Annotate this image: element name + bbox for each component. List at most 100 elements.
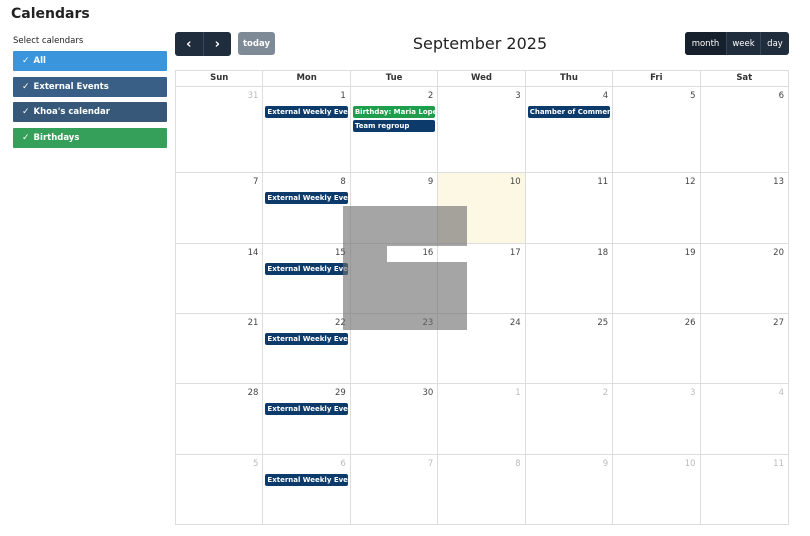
day-number[interactable]: 6 — [340, 459, 345, 469]
day-cell[interactable]: 30 — [351, 384, 439, 454]
day-number[interactable]: 23 — [422, 318, 433, 328]
day-cell[interactable]: 10 — [613, 455, 701, 524]
day-number[interactable]: 4 — [779, 388, 784, 398]
day-number[interactable]: 7 — [428, 459, 433, 469]
day-number[interactable]: 4 — [603, 91, 608, 101]
day-cell[interactable]: 16 — [351, 244, 439, 313]
day-number[interactable]: 9 — [603, 459, 608, 469]
day-number[interactable]: 31 — [248, 91, 259, 101]
calendar-event[interactable]: External Weekly Event — [265, 106, 348, 118]
day-number[interactable]: 1 — [340, 91, 345, 101]
day-number[interactable]: 5 — [253, 459, 258, 469]
day-number[interactable]: 16 — [422, 248, 433, 258]
day-cell[interactable]: 27 — [701, 314, 788, 383]
day-number[interactable]: 13 — [773, 177, 784, 187]
day-cell[interactable]: 6 — [701, 87, 788, 172]
day-number[interactable]: 10 — [685, 459, 696, 469]
day-number[interactable]: 3 — [515, 91, 520, 101]
day-number[interactable]: 18 — [597, 248, 608, 258]
day-number[interactable]: 28 — [248, 388, 259, 398]
day-cell[interactable]: 26 — [613, 314, 701, 383]
day-number[interactable]: 10 — [510, 177, 521, 187]
calendar-event[interactable]: External Weekly Event — [265, 192, 348, 204]
day-number[interactable]: 19 — [685, 248, 696, 258]
next-button[interactable]: › — [202, 32, 232, 56]
calendar-event[interactable]: External Weekly Event — [265, 333, 348, 345]
today-button[interactable]: today — [238, 32, 275, 55]
day-number[interactable]: 27 — [773, 318, 784, 328]
day-cell[interactable]: 19 — [613, 244, 701, 313]
day-cell[interactable]: 12 — [613, 173, 701, 243]
day-number[interactable]: 21 — [248, 318, 259, 328]
day-number[interactable]: 11 — [773, 459, 784, 469]
day-cell[interactable]: 3 — [438, 87, 526, 172]
day-cell[interactable]: 15 External Weekly Event — [263, 244, 351, 313]
prev-button[interactable]: ‹ — [175, 32, 203, 56]
day-number[interactable]: 3 — [690, 388, 695, 398]
day-number[interactable]: 8 — [340, 177, 345, 187]
day-cell[interactable]: 1 External Weekly Event — [263, 87, 351, 172]
day-cell[interactable]: 8 External Weekly Event — [263, 173, 351, 243]
day-number[interactable]: 9 — [428, 177, 433, 187]
day-number[interactable]: 2 — [603, 388, 608, 398]
day-cell[interactable]: 9 — [526, 455, 614, 524]
calendar-toggle-birthdays[interactable]: ✓ Birthdays — [13, 127, 167, 148]
day-number[interactable]: 8 — [515, 459, 520, 469]
day-cell[interactable]: 7 — [351, 455, 439, 524]
day-number[interactable]: 17 — [510, 248, 521, 258]
day-cell[interactable]: 29 External Weekly Event — [263, 384, 351, 454]
day-cell[interactable]: 4 Chamber of Commerce — [526, 87, 614, 172]
day-cell[interactable]: 11 — [526, 173, 614, 243]
day-cell[interactable]: 2 — [526, 384, 614, 454]
view-day-button[interactable]: day — [760, 32, 789, 55]
day-number[interactable]: 1 — [515, 388, 520, 398]
day-number[interactable]: 5 — [690, 91, 695, 101]
day-number[interactable]: 24 — [510, 318, 521, 328]
day-number[interactable]: 25 — [597, 318, 608, 328]
day-number[interactable]: 15 — [335, 248, 346, 258]
day-cell[interactable]: 7 — [176, 173, 264, 243]
view-month-button[interactable]: month — [685, 32, 726, 55]
calendar-event[interactable]: External Weekly Event — [265, 263, 348, 275]
day-cell[interactable]: 1 — [438, 384, 526, 454]
day-cell[interactable]: 5 — [176, 455, 264, 524]
calendar-event[interactable]: External Weekly Event — [265, 403, 348, 415]
day-cell[interactable]: 4 — [701, 384, 788, 454]
day-number[interactable]: 7 — [253, 177, 258, 187]
day-cell[interactable]: 22 External Weekly Event — [263, 314, 351, 383]
day-cell-today[interactable]: 10 — [438, 173, 526, 243]
day-number[interactable]: 14 — [248, 248, 259, 258]
day-number[interactable]: 26 — [685, 318, 696, 328]
day-cell[interactable]: 18 — [526, 244, 614, 313]
day-cell[interactable]: 20 — [701, 244, 788, 313]
day-number[interactable]: 6 — [779, 91, 784, 101]
day-number[interactable]: 30 — [422, 388, 433, 398]
calendar-event[interactable]: External Weekly Event — [265, 474, 348, 486]
day-cell[interactable]: 3 — [613, 384, 701, 454]
day-cell[interactable]: 24 — [438, 314, 526, 383]
day-cell[interactable]: 11 — [701, 455, 788, 524]
day-cell[interactable]: 13 — [701, 173, 788, 243]
day-cell[interactable]: 2 Birthday: Maria Lopez ( Team regroup — [351, 87, 439, 172]
birthday-event[interactable]: Birthday: Maria Lopez ( — [352, 106, 436, 118]
view-week-button[interactable]: week — [726, 32, 760, 55]
day-cell[interactable]: 25 — [526, 314, 614, 383]
day-cell[interactable]: 8 — [438, 455, 526, 524]
day-number[interactable]: 2 — [428, 91, 433, 101]
calendar-toggle-khoas-calendar[interactable]: ✓ Khoa's calendar — [13, 102, 167, 122]
day-cell[interactable]: 21 — [176, 314, 264, 383]
day-number[interactable]: 29 — [335, 388, 346, 398]
day-number[interactable]: 12 — [685, 177, 696, 187]
day-cell[interactable]: 31 — [176, 87, 264, 172]
day-cell[interactable]: 5 — [613, 87, 701, 172]
calendar-toggle-external-events[interactable]: ✓ External Events — [13, 76, 167, 97]
day-number[interactable]: 20 — [773, 248, 784, 258]
day-cell[interactable]: 6 External Weekly Event — [263, 455, 351, 524]
day-cell[interactable]: 14 — [176, 244, 264, 313]
day-cell[interactable]: 23 — [351, 314, 439, 383]
day-cell[interactable]: 9 — [351, 173, 439, 243]
day-number[interactable]: 22 — [335, 318, 346, 328]
calendar-event[interactable]: Team regroup — [352, 120, 436, 132]
day-cell[interactable]: 17 — [438, 244, 526, 313]
day-number[interactable]: 11 — [597, 177, 608, 187]
